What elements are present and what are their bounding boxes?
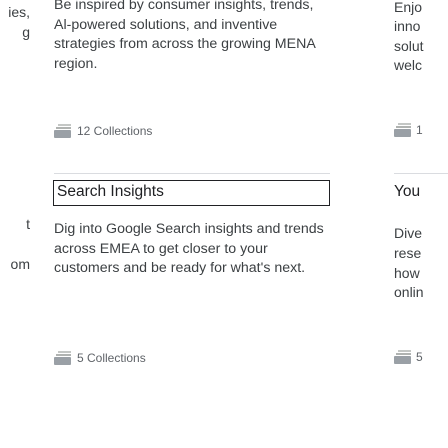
collections-count-top: 12 Collections <box>54 123 152 139</box>
collections-icon <box>394 123 411 137</box>
center-card-column: Be inspired by consumer insights, trends… <box>53 0 330 448</box>
left-card-text-line: g <box>22 24 30 40</box>
collections-icon <box>54 124 71 138</box>
collections-icon <box>394 350 411 364</box>
collections-count-label: 5 Collections <box>77 351 146 365</box>
card-divider <box>394 173 448 174</box>
insights-collections-page: ies, g t om Be inspired by consumer insi… <box>0 0 448 448</box>
left-card-text-line: ies, <box>8 4 30 20</box>
collections-count-label: 5 <box>416 350 423 364</box>
card-description-top: Be inspired by consumer insights, trends… <box>54 0 315 72</box>
card-divider <box>54 173 330 174</box>
collections-count-right-top: 1 <box>394 123 423 137</box>
collections-count-search-insights: 5 Collections <box>54 350 146 366</box>
collections-count-right: 5 <box>394 350 423 364</box>
right-card-text-line: welc <box>394 57 423 73</box>
right-card-text-line: onlin <box>394 284 424 300</box>
right-card-text-line: how <box>394 265 420 281</box>
right-card-text-line: Enjo <box>394 0 423 15</box>
left-card-partial: ies, g t om <box>0 0 30 448</box>
collections-icon <box>54 351 71 365</box>
right-card-text-line: solut <box>394 38 424 54</box>
right-card-text-line: Dive <box>394 225 423 241</box>
search-insights-card-title[interactable]: Search Insights <box>53 180 330 206</box>
collections-count-label: 1 <box>416 123 423 137</box>
collections-count-label: 12 Collections <box>77 124 153 138</box>
right-card-text-line: rese <box>394 245 422 261</box>
left-card-text-line: om <box>10 256 30 272</box>
right-card-title[interactable]: You <box>394 183 420 201</box>
right-card-partial: Enjo inno solut welc 1 You Dive rese how… <box>394 0 448 448</box>
right-card-text-line: inno <box>394 18 421 34</box>
left-card-text-line: t <box>26 216 30 232</box>
search-insights-description: Dig into Google Search insights and tren… <box>54 221 324 276</box>
